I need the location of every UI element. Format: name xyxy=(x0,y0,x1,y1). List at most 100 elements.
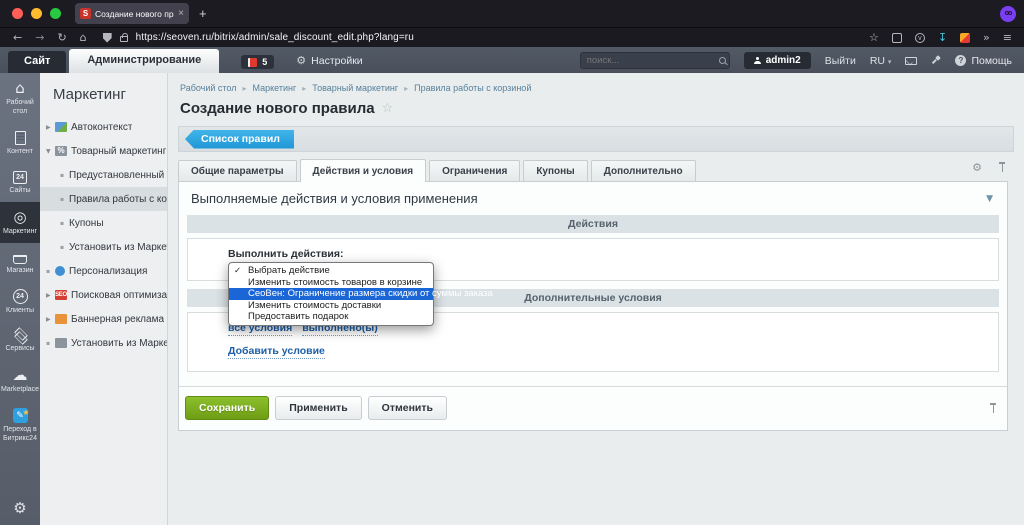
pocket-icon[interactable]: v xyxy=(915,33,925,43)
tab-close-icon[interactable]: × xyxy=(178,8,184,19)
bookmark-star-icon[interactable]: ☆ xyxy=(869,31,879,44)
marketing-submenu: Маркетинг ▶ Автоконтекст ▼ % Товарный ма… xyxy=(40,73,168,525)
back-icon[interactable]: ← xyxy=(13,31,22,44)
tab-additional[interactable]: Дополнительно xyxy=(591,160,696,181)
submenu-item-banner-ads[interactable]: ▶ Баннерная реклама xyxy=(40,307,167,331)
add-condition-link[interactable]: Добавить условие xyxy=(228,345,325,359)
submenu-item-cart-rules[interactable]: ▪ Правила работы с корзиной xyxy=(40,187,167,211)
form-settings-gear-icon[interactable]: ⚙ xyxy=(972,161,982,174)
reload-icon[interactable]: ↻ xyxy=(57,31,66,44)
extension-icon[interactable] xyxy=(892,33,902,43)
language-selector[interactable]: RU ▾ xyxy=(870,55,892,67)
mail-icon[interactable] xyxy=(905,57,917,65)
downloads-icon[interactable]: ↧ xyxy=(938,31,947,44)
tab-restrictions[interactable]: Ограничения xyxy=(429,160,520,181)
url-bar[interactable]: https://seoven.ru/bitrix/admin/sale_disc… xyxy=(136,32,414,43)
seo-badge-icon: SEO xyxy=(55,290,67,300)
minimize-window-button[interactable] xyxy=(31,8,42,19)
home-icon: ⌂ xyxy=(15,80,25,96)
submenu-item-coupons[interactable]: ▪ Купоны xyxy=(40,211,167,235)
site-view-tab[interactable]: Сайт xyxy=(8,51,66,73)
user-icon xyxy=(754,57,761,64)
section-header: Выполняемые действия и условия применени… xyxy=(179,182,1007,214)
tab-actions-conditions[interactable]: Действия и условия xyxy=(300,159,427,182)
document-icon xyxy=(15,131,26,145)
zoom-window-button[interactable] xyxy=(50,8,61,19)
submenu-item-product-marketing[interactable]: ▼ % Товарный маркетинг xyxy=(40,139,167,163)
submenu-item-install-marketplace-2[interactable]: ▪ Установить из Маркетплейса xyxy=(40,331,167,355)
context-toolbar: Список правил xyxy=(178,126,1014,152)
logout-link[interactable]: Выйти xyxy=(825,55,856,67)
extension-icon[interactable]: oo xyxy=(1000,6,1016,22)
search-icon[interactable] xyxy=(719,57,726,64)
pin-icon[interactable] xyxy=(989,403,997,414)
rail-item-bitrix24[interactable]: ✎★ Переход в Битрикс24 xyxy=(0,401,40,450)
menu-hamburger-icon[interactable]: ≡ xyxy=(1003,31,1012,44)
help-icon: ? xyxy=(955,55,966,66)
rail-settings-gear-icon[interactable]: ⚙ xyxy=(0,499,40,517)
apply-button[interactable]: Применить xyxy=(275,396,361,420)
save-button[interactable]: Сохранить xyxy=(185,396,269,420)
bullet-icon: ▪ xyxy=(60,196,69,203)
chevron-right-icon: ▶ xyxy=(46,316,55,323)
submenu-item-autocontext[interactable]: ▶ Автоконтекст xyxy=(40,115,167,139)
favorite-star-icon[interactable]: ☆ xyxy=(382,101,394,116)
dropdown-option[interactable]: Выбрать действие xyxy=(229,265,433,277)
rail-item-marketing[interactable]: ◎ Маркетинг xyxy=(0,202,40,243)
dropdown-option[interactable]: Изменить стоимость товаров в корзине xyxy=(229,277,433,289)
dropdown-option[interactable]: Предоставить подарок xyxy=(229,311,433,323)
pin-icon[interactable] xyxy=(931,56,941,66)
home-icon[interactable]: ⌂ xyxy=(80,31,87,44)
breadcrumb-item[interactable]: Рабочий стол xyxy=(180,83,237,93)
submenu-item-personalization[interactable]: ▪ Персонализация xyxy=(40,259,167,283)
basket-icon xyxy=(13,255,27,264)
submenu-item-seo[interactable]: ▶ SEO Поисковая оптимизация xyxy=(40,283,167,307)
submenu-item-preset-list[interactable]: ▪ Предустановленный список xyxy=(40,163,167,187)
close-window-button[interactable] xyxy=(12,8,23,19)
actions-bar: Действия xyxy=(187,215,999,233)
cloud-download-icon: ☁ xyxy=(13,367,28,383)
rail-item-clients[interactable]: 24 Клиенты xyxy=(0,282,40,322)
new-tab-button[interactable]: + xyxy=(199,6,207,21)
submenu-item-install-marketplace[interactable]: ▪ Установить из Маркетплейса xyxy=(40,235,167,259)
settings-button[interactable]: ⚙ Настройки xyxy=(296,54,362,67)
rail-item-shop[interactable]: Магазин xyxy=(0,243,40,282)
tab-general-params[interactable]: Общие параметры xyxy=(178,160,297,181)
rail-item-content[interactable]: Контент xyxy=(0,123,40,163)
browser-nav-bar: ← → ↻ ⌂ https://seoven.ru/bitrix/admin/s… xyxy=(0,27,1024,47)
breadcrumb-item[interactable]: Правила работы с корзиной xyxy=(414,83,531,93)
search-box[interactable] xyxy=(580,52,730,69)
breadcrumb-item[interactable]: Маркетинг xyxy=(253,83,297,93)
dropdown-option[interactable]: Изменить стоимость доставки xyxy=(229,300,433,312)
tracking-protection-icon[interactable] xyxy=(103,33,112,43)
overflow-chevron-icon[interactable]: » xyxy=(983,31,990,44)
rail-item-sites[interactable]: 24 Сайты xyxy=(0,162,40,202)
username: admin2 xyxy=(766,55,801,66)
help-button[interactable]: ? Помощь xyxy=(955,55,1012,67)
rail-item-marketplace[interactable]: ☁ Marketplace xyxy=(0,360,40,401)
action-select-dropdown: Выбрать действие Изменить стоимость това… xyxy=(228,262,434,326)
collapse-chevron-icon[interactable]: ▼ xyxy=(986,194,993,204)
extension-icon[interactable] xyxy=(960,33,970,43)
chevron-right-icon: ▶ xyxy=(46,292,55,299)
lock-icon[interactable] xyxy=(120,36,128,42)
breadcrumb-item[interactable]: Товарный маркетинг xyxy=(312,83,398,93)
bullet-icon: ▪ xyxy=(46,340,55,347)
administration-tab[interactable]: Администрирование xyxy=(69,49,219,73)
user-menu-button[interactable]: admin2 xyxy=(744,52,811,69)
rail-item-services[interactable]: Сервисы xyxy=(0,321,40,360)
tab-coupons[interactable]: Купоны xyxy=(523,160,587,181)
browser-tab[interactable]: S Создание нового правила - Се × xyxy=(75,3,189,24)
form-buttons: Сохранить Применить Отменить xyxy=(179,386,1007,430)
dropdown-option-highlighted[interactable]: СеоВен: Ограничение размера скидки от су… xyxy=(229,288,433,300)
rail-item-desktop[interactable]: ⌂ Рабочий стол xyxy=(0,73,40,123)
tab-settings-icons: ⚙ xyxy=(972,161,1006,174)
rules-list-button[interactable]: Список правил xyxy=(185,130,294,149)
notifications-badge[interactable]: 5 xyxy=(241,55,274,69)
pin-icon[interactable] xyxy=(998,162,1006,173)
percent-icon: % xyxy=(55,146,67,156)
cancel-button[interactable]: Отменить xyxy=(368,396,447,420)
forward-icon[interactable]: → xyxy=(35,31,44,44)
help-label: Помощь xyxy=(971,55,1012,67)
search-input[interactable] xyxy=(587,55,719,66)
